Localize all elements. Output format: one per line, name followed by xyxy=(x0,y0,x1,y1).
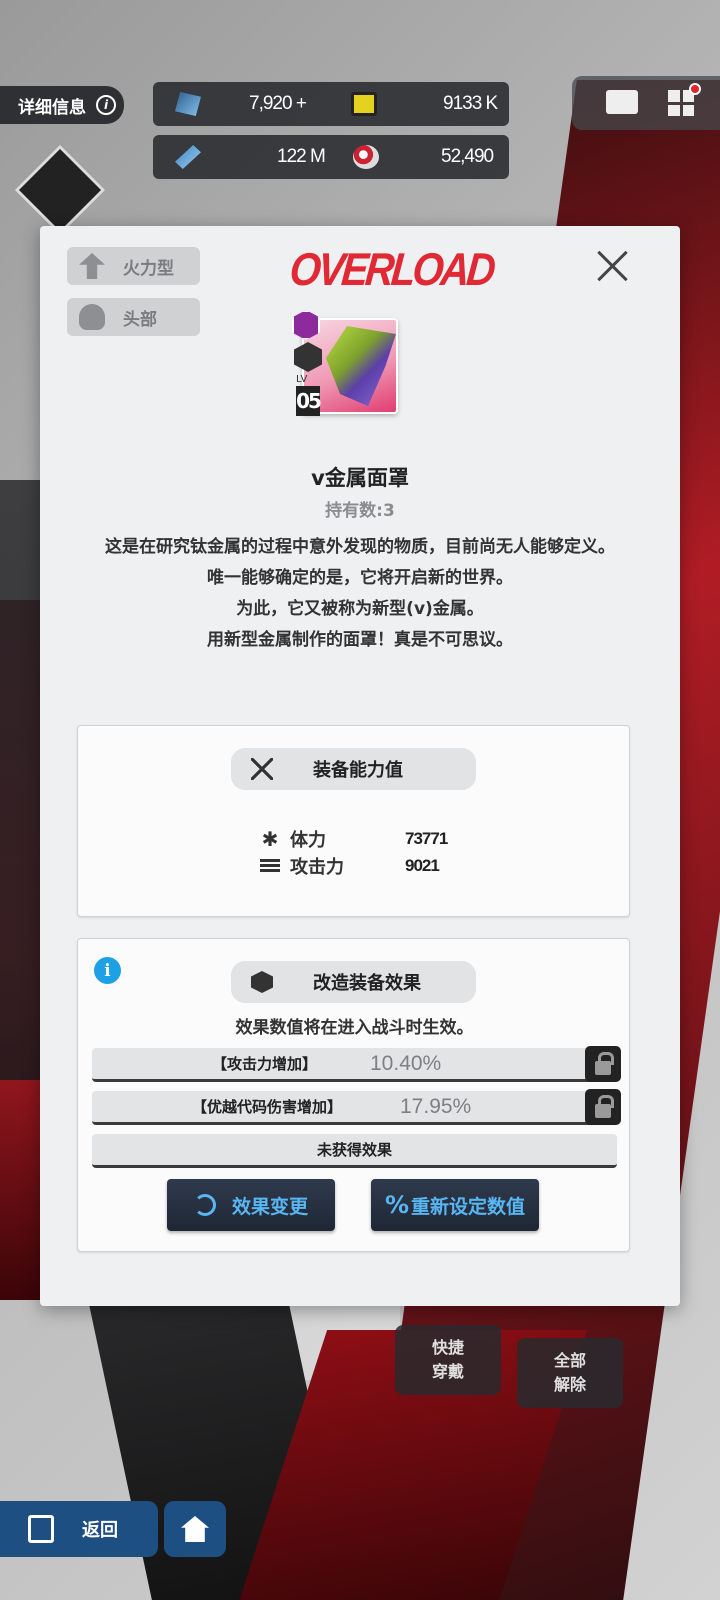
back-button[interactable]: 返回 xyxy=(0,1501,158,1557)
info-icon[interactable]: i xyxy=(94,957,121,984)
held-count: 持有数:3 xyxy=(325,501,395,521)
reset-values-button[interactable]: % 重新设定数值 xyxy=(371,1179,539,1231)
item-description: 这是在研究钛金属的过程中意外发现的物质，目前尚无人能够定义。 唯一能够确定的是，… xyxy=(70,532,650,656)
quick-equip-button[interactable]: 快捷 穿戴 xyxy=(395,1325,501,1395)
reset-values-label: 重新设定数值 xyxy=(411,1195,526,1218)
lock-button[interactable] xyxy=(585,1046,621,1082)
quick-equip-line: 穿戴 xyxy=(431,1362,464,1381)
mail-menu-bar xyxy=(572,76,720,130)
class-tag-label: 火力型 xyxy=(123,258,174,279)
menu-grid-icon[interactable] xyxy=(668,90,694,116)
details-button[interactable]: 详细信息 i xyxy=(0,86,124,124)
orb-icon xyxy=(353,145,379,169)
item-name: v金属面罩 xyxy=(311,466,409,490)
class-tag: 火力型 xyxy=(67,247,200,285)
stat-row-attack: 攻击力 9021 xyxy=(260,853,440,879)
lock-button[interactable] xyxy=(585,1089,621,1125)
notification-dot xyxy=(689,83,701,95)
asterisk-icon: ✱ xyxy=(261,827,279,851)
effect-row: 【攻击力增加】 10.40% xyxy=(92,1046,621,1082)
remove-all-line: 解除 xyxy=(553,1375,586,1394)
close-button[interactable] xyxy=(590,244,634,288)
gem-icon xyxy=(175,92,201,116)
credit-count: 9133 K xyxy=(443,93,498,114)
level-label: LV xyxy=(296,374,308,385)
lock-icon xyxy=(595,1052,614,1075)
slot-tag: 头部 xyxy=(67,298,200,336)
stat-label: 攻击力 xyxy=(290,857,344,878)
resource-bar-top: 7,920 + 9133 K xyxy=(153,82,509,126)
material-icon xyxy=(175,145,201,169)
quick-equip-line: 快捷 xyxy=(431,1338,464,1357)
stat-row-hp: ✱ 体力 73771 xyxy=(260,826,449,852)
stats-panel: 装备能力值 ✱ 体力 73771 攻击力 9021 xyxy=(77,725,630,917)
effect-label: 未获得效果 xyxy=(316,1141,392,1159)
effect-label: 【攻击力增加】 xyxy=(212,1055,318,1073)
effect-row-empty: 未获得效果 xyxy=(92,1134,617,1168)
lock-icon xyxy=(595,1095,614,1118)
material-count: 122 M xyxy=(277,146,326,167)
remove-all-line: 全部 xyxy=(553,1351,586,1370)
info-icon: i xyxy=(96,95,116,115)
description-line: 这是在研究钛金属的过程中意外发现的物质，目前尚无人能够定义。 xyxy=(105,537,615,557)
stat-value: 9021 xyxy=(405,856,440,875)
change-effect-label: 效果变更 xyxy=(231,1195,308,1218)
ammo-icon xyxy=(260,859,280,873)
description-line: 为此，它又被称为新型(v)金属。 xyxy=(236,599,484,619)
credit-icon xyxy=(351,92,377,116)
remove-all-button[interactable]: 全部 解除 xyxy=(517,1338,623,1408)
stat-label: 体力 xyxy=(290,830,326,851)
effects-panel: i 改造装备效果 效果数值将在进入战斗时生效。 【攻击力增加】 10.40% 【… xyxy=(77,938,630,1252)
home-button[interactable] xyxy=(164,1501,226,1557)
description-line: 唯一能够确定的是，它将开启新的世界。 xyxy=(207,568,513,588)
effect-label: 【优越代码伤害增加】 xyxy=(192,1098,343,1116)
refresh-icon xyxy=(193,1194,216,1216)
stats-header: 装备能力值 xyxy=(231,748,476,790)
cube-icon xyxy=(251,971,273,993)
change-effect-button[interactable]: 效果变更 xyxy=(167,1179,335,1231)
stat-value: 73771 xyxy=(405,829,448,848)
stats-title: 装备能力值 xyxy=(313,760,403,781)
helmet-icon xyxy=(79,304,105,330)
effects-note: 效果数值将在进入战斗时生效。 xyxy=(235,1018,474,1038)
effects-title: 改造装备效果 xyxy=(313,973,421,994)
mask-item-art xyxy=(326,326,396,406)
effects-header: 改造装备效果 xyxy=(231,961,476,1003)
description-line: 用新型金属制作的面罩！真是不可思议。 xyxy=(207,630,513,650)
details-label: 详细信息 xyxy=(18,97,86,118)
slot-tag-label: 头部 xyxy=(123,309,157,330)
effect-value: 10.40% xyxy=(370,1051,442,1075)
equipment-detail-modal: 火力型 头部 OVERLOAD LV 05 v金属面罩 持有数:3 这是在研究钛… xyxy=(40,226,680,1306)
resource-bar-bottom: 122 M 52,490 xyxy=(153,135,509,179)
effect-value: 17.95% xyxy=(400,1094,472,1118)
mail-icon[interactable] xyxy=(606,90,638,114)
effect-row: 【优越代码伤害增加】 17.95% xyxy=(92,1089,621,1125)
back-label: 返回 xyxy=(82,1520,118,1541)
firepower-icon xyxy=(79,253,105,279)
overload-logo: OVERLOAD xyxy=(287,244,495,296)
exit-icon xyxy=(28,1515,54,1543)
crossed-swords-icon xyxy=(251,758,273,780)
gem-count[interactable]: 7,920 + xyxy=(249,82,307,126)
level-value: 05 xyxy=(296,386,322,416)
percent-icon: % xyxy=(384,1191,410,1219)
home-icon xyxy=(181,1516,209,1542)
orb-count: 52,490 xyxy=(441,146,494,167)
